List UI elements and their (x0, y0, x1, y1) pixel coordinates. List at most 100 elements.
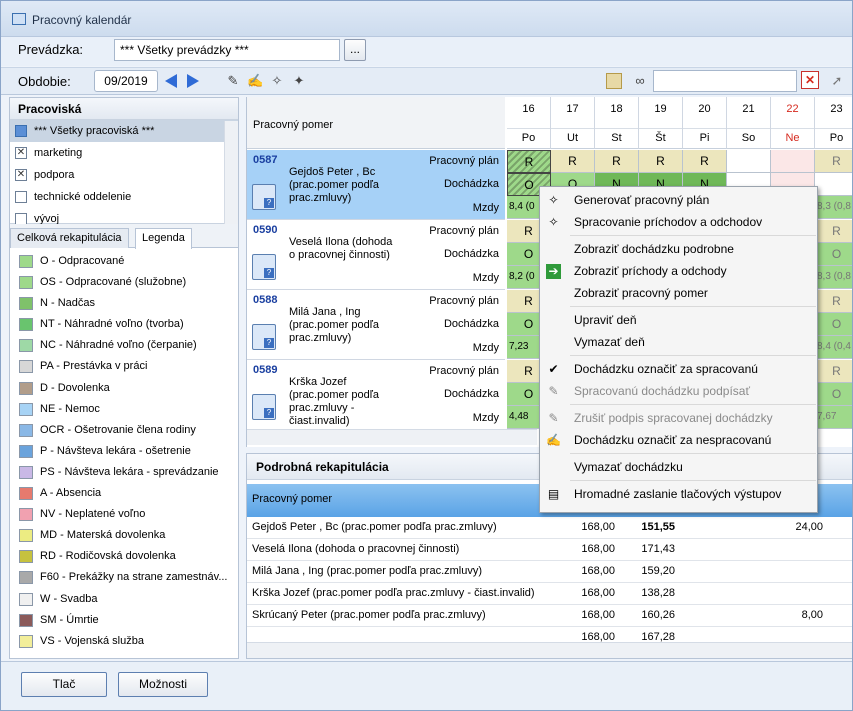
legend-swatch (19, 613, 33, 627)
toolbar: Obdobie: 09/2019 ✎ ✍ ✧ ✦ ∞ ✕ ➚ (1, 67, 852, 95)
employee-card-icon[interactable] (252, 254, 276, 280)
pracovisko-checkbox[interactable]: ✕ (15, 169, 27, 181)
employee-card-icon[interactable] (252, 184, 276, 210)
employee-row[interactable]: 0587 Gejdoš Peter , Bc (prac.pomer podľa … (247, 150, 505, 220)
day-cell[interactable]: R (551, 150, 595, 173)
recap-row[interactable]: Skrúcaný Peter (prac.pomer podľa prac.zm… (247, 605, 852, 627)
left-panel: Pracoviská *** Všetky pracoviská *** ✕ mar… (9, 97, 239, 659)
menu-item[interactable]: ✎ Zrušiť podpis spracovanej dochádzky (540, 407, 817, 429)
menu-item[interactable]: ▤ Hromadné zaslanie tlačových výstupov (540, 483, 817, 505)
day-cell[interactable]: 7,67 (815, 406, 852, 429)
employee-row[interactable]: 0590 Veselá Ilona (dohoda o pracovnej čin… (247, 220, 505, 290)
day-cell[interactable] (815, 173, 852, 196)
row-type-label: Mzdy (472, 272, 499, 284)
recap-value-a: 168,00 (581, 565, 615, 577)
day-cell[interactable] (727, 150, 771, 173)
prevadzka-browse-button[interactable]: ... (344, 39, 366, 61)
recap-col-header: Pracovný pomer (252, 493, 333, 505)
legend-swatch (19, 423, 33, 437)
day-cell[interactable]: O (815, 243, 852, 266)
recap-row[interactable]: Krška Jozef (prac.pomer podľa prac.zmluv… (247, 583, 852, 605)
search-input[interactable] (653, 70, 797, 92)
pracovisko-checkbox[interactable]: ✕ (15, 147, 27, 159)
tab-celkova-rekapitulacia[interactable]: Celková rekapitulácia (10, 228, 129, 248)
binoculars-icon[interactable]: ∞ (632, 73, 648, 89)
wand-alt-icon[interactable]: ✦ (291, 73, 307, 89)
recap-value-b: 171,43 (641, 543, 675, 555)
recap-value-b: 138,28 (641, 587, 675, 599)
prev-period-icon[interactable] (165, 74, 177, 88)
recap-row[interactable]: Veselá Ilona (dohoda o pracovnej činnost… (247, 539, 852, 561)
day-cell[interactable]: 8,4 (0,4 (815, 336, 852, 359)
prevadzka-field[interactable]: *** Všetky prevádzky *** (114, 39, 340, 61)
legend-swatch (19, 402, 33, 416)
day-cell[interactable]: R (595, 150, 639, 173)
menu-item[interactable]: ✎ Spracovanú dochádzku podpísať (540, 380, 817, 402)
menu-item[interactable]: ✧ Generovať pracovný plán (540, 189, 817, 211)
filter-icon[interactable] (606, 73, 622, 89)
tab-legenda[interactable]: Legenda (135, 228, 192, 249)
day-cell[interactable]: R (815, 150, 852, 173)
obdobie-field[interactable]: 09/2019 (94, 70, 158, 92)
menu-item[interactable]: ✍ Dochádzku označiť za nespracovanú (540, 429, 817, 451)
employee-id: 0589 (253, 364, 278, 376)
day-cell[interactable]: R (815, 220, 852, 243)
menu-item[interactable]: Zobraziť dochádzku podrobne (540, 238, 817, 260)
menu-item[interactable]: Vymazať dochádzku (540, 456, 817, 478)
employee-row[interactable]: 0589 Krška Jozef (prac.pomer podľa prac.z… (247, 360, 505, 430)
day-cell[interactable]: R (683, 150, 727, 173)
legend-swatch (19, 276, 33, 290)
legend-item: OS - Odpracované (služobne) (10, 272, 238, 293)
employee-card-icon[interactable] (252, 324, 276, 350)
menu-item[interactable]: ✧ Spracovanie príchodov a odchodov (540, 211, 817, 233)
grid-hscrollbar[interactable] (247, 429, 537, 445)
wand-icon[interactable]: ✧ (269, 73, 285, 89)
menu-item[interactable]: Zobraziť pracovný pomer (540, 282, 817, 304)
legend-item: PS - Návšteva lekára - sprevádzanie (10, 462, 238, 483)
pracovisko-item[interactable]: ✕ podpora (10, 164, 238, 186)
recap-row[interactable]: Gejdoš Peter , Bc (prac.pomer podľa prac… (247, 517, 852, 539)
employee-row[interactable]: 0588 Milá Jana , Ing (prac.pomer podľa pr… (247, 290, 505, 360)
pracovisko-checkbox[interactable] (15, 191, 27, 203)
day-cell[interactable]: O (815, 313, 852, 336)
recap-hscrollbar[interactable] (247, 642, 852, 658)
legend-item: W - Svadba (10, 589, 238, 610)
menu-item[interactable]: Vymazať deň (540, 331, 817, 353)
clear-search-icon[interactable]: ✕ (801, 71, 819, 89)
edit-doc-icon[interactable]: ✍ (247, 73, 263, 89)
day-cell[interactable]: O (815, 383, 852, 406)
recap-value-b: 160,26 (641, 609, 675, 621)
day-cell[interactable]: 8,3 (0,8 (815, 196, 852, 219)
day-cell[interactable]: 8,3 (0,8 (815, 266, 852, 289)
pracovisko-item[interactable]: ✕ marketing (10, 142, 238, 164)
day-cell[interactable]: R (815, 360, 852, 383)
menu-item[interactable]: Upraviť deň (540, 309, 817, 331)
day-number: 20 (698, 103, 711, 115)
left-tabs: Celková rekapitulácia Legenda (10, 224, 238, 249)
menu-separator (570, 480, 816, 481)
recap-row[interactable]: Milá Jana , Ing (prac.pomer podľa prac.z… (247, 561, 852, 583)
pracovisko-label: podpora (34, 169, 75, 181)
employee-card-icon[interactable] (252, 394, 276, 420)
legend-swatch (19, 465, 33, 479)
menu-item[interactable]: ✔ Dochádzku označiť za spracovanú (540, 358, 817, 380)
day-cell[interactable]: R (815, 290, 852, 313)
recap-name: Krška Jozef (prac.pomer podľa prac.zmluv… (252, 587, 535, 599)
pracoviska-scrollbar[interactable] (224, 121, 238, 225)
day-cell[interactable] (771, 150, 815, 173)
pracovisko-item[interactable]: *** Všetky pracoviská *** (10, 120, 238, 142)
day-number: 19 (654, 103, 667, 115)
menu-item[interactable]: ➔ Zobraziť príchody a odchody (540, 260, 817, 282)
day-cell[interactable]: R (507, 150, 551, 173)
pracovisko-item[interactable]: technické oddelenie (10, 186, 238, 208)
next-period-icon[interactable] (187, 74, 199, 88)
print-button[interactable]: Tlač (21, 672, 107, 697)
day-header: 23 Po (815, 97, 852, 149)
options-button[interactable]: Možnosti (118, 672, 208, 697)
pracovisko-checkbox[interactable] (15, 125, 27, 137)
sign-icon: ✎ (548, 384, 559, 398)
grid-header-label: Pracovný pomer (253, 119, 334, 131)
edit-list-icon[interactable]: ✎ (225, 73, 241, 89)
pointer-icon[interactable]: ➚ (829, 73, 845, 89)
day-cell[interactable]: R (639, 150, 683, 173)
